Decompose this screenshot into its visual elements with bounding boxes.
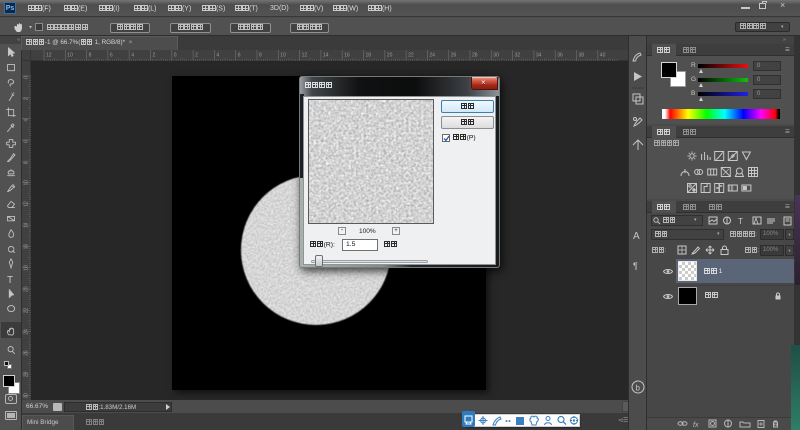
svg-text:4: 4 — [131, 53, 134, 59]
svg-text:28: 28 — [472, 53, 478, 59]
svg-text:24: 24 — [24, 329, 30, 335]
svg-text:36: 36 — [557, 53, 563, 59]
svg-text:12: 12 — [24, 201, 30, 207]
svg-text:A: A — [633, 231, 640, 242]
svg-text:16: 16 — [24, 244, 30, 250]
svg-text:0: 0 — [174, 53, 177, 59]
svg-text:20: 20 — [387, 53, 393, 59]
svg-text:2: 2 — [195, 53, 198, 59]
svg-text:4: 4 — [216, 53, 219, 59]
svg-text:14: 14 — [24, 222, 30, 228]
svg-text:0: 0 — [24, 76, 30, 79]
svg-text:40: 40 — [600, 53, 606, 59]
svg-text:16: 16 — [344, 53, 350, 59]
svg-text:38: 38 — [579, 53, 585, 59]
svg-text:2: 2 — [153, 53, 156, 59]
svg-text:6: 6 — [238, 53, 241, 59]
svg-text:8: 8 — [89, 53, 92, 59]
svg-text:8: 8 — [24, 161, 30, 164]
svg-text:4: 4 — [24, 119, 30, 122]
svg-text:22: 22 — [24, 308, 30, 314]
svg-text:28: 28 — [24, 371, 30, 377]
svg-text:18: 18 — [24, 265, 30, 271]
svg-text:18: 18 — [366, 53, 372, 59]
svg-text:10: 10 — [24, 180, 30, 186]
svg-text:14: 14 — [323, 53, 329, 59]
svg-text:20: 20 — [24, 286, 30, 292]
svg-text:¶: ¶ — [633, 261, 638, 271]
svg-text:30: 30 — [493, 53, 499, 59]
svg-text:30: 30 — [24, 393, 30, 399]
svg-text:10: 10 — [280, 53, 286, 59]
svg-text:8: 8 — [259, 53, 262, 59]
svg-text:12: 12 — [46, 53, 52, 59]
svg-text:6: 6 — [110, 53, 113, 59]
svg-text:32: 32 — [515, 53, 521, 59]
svg-text:34: 34 — [536, 53, 542, 59]
svg-text:22: 22 — [408, 53, 414, 59]
svg-text:T: T — [7, 275, 13, 286]
svg-text:fx: fx — [693, 422, 699, 428]
svg-text:b: b — [636, 384, 641, 393]
svg-text:26: 26 — [24, 350, 30, 356]
svg-text:6: 6 — [24, 140, 30, 143]
svg-text:2: 2 — [24, 97, 30, 100]
svg-text:26: 26 — [451, 53, 457, 59]
svg-text:10: 10 — [67, 53, 73, 59]
svg-text:24: 24 — [429, 53, 435, 59]
svg-text:12: 12 — [302, 53, 308, 59]
svg-text:T: T — [738, 217, 743, 226]
